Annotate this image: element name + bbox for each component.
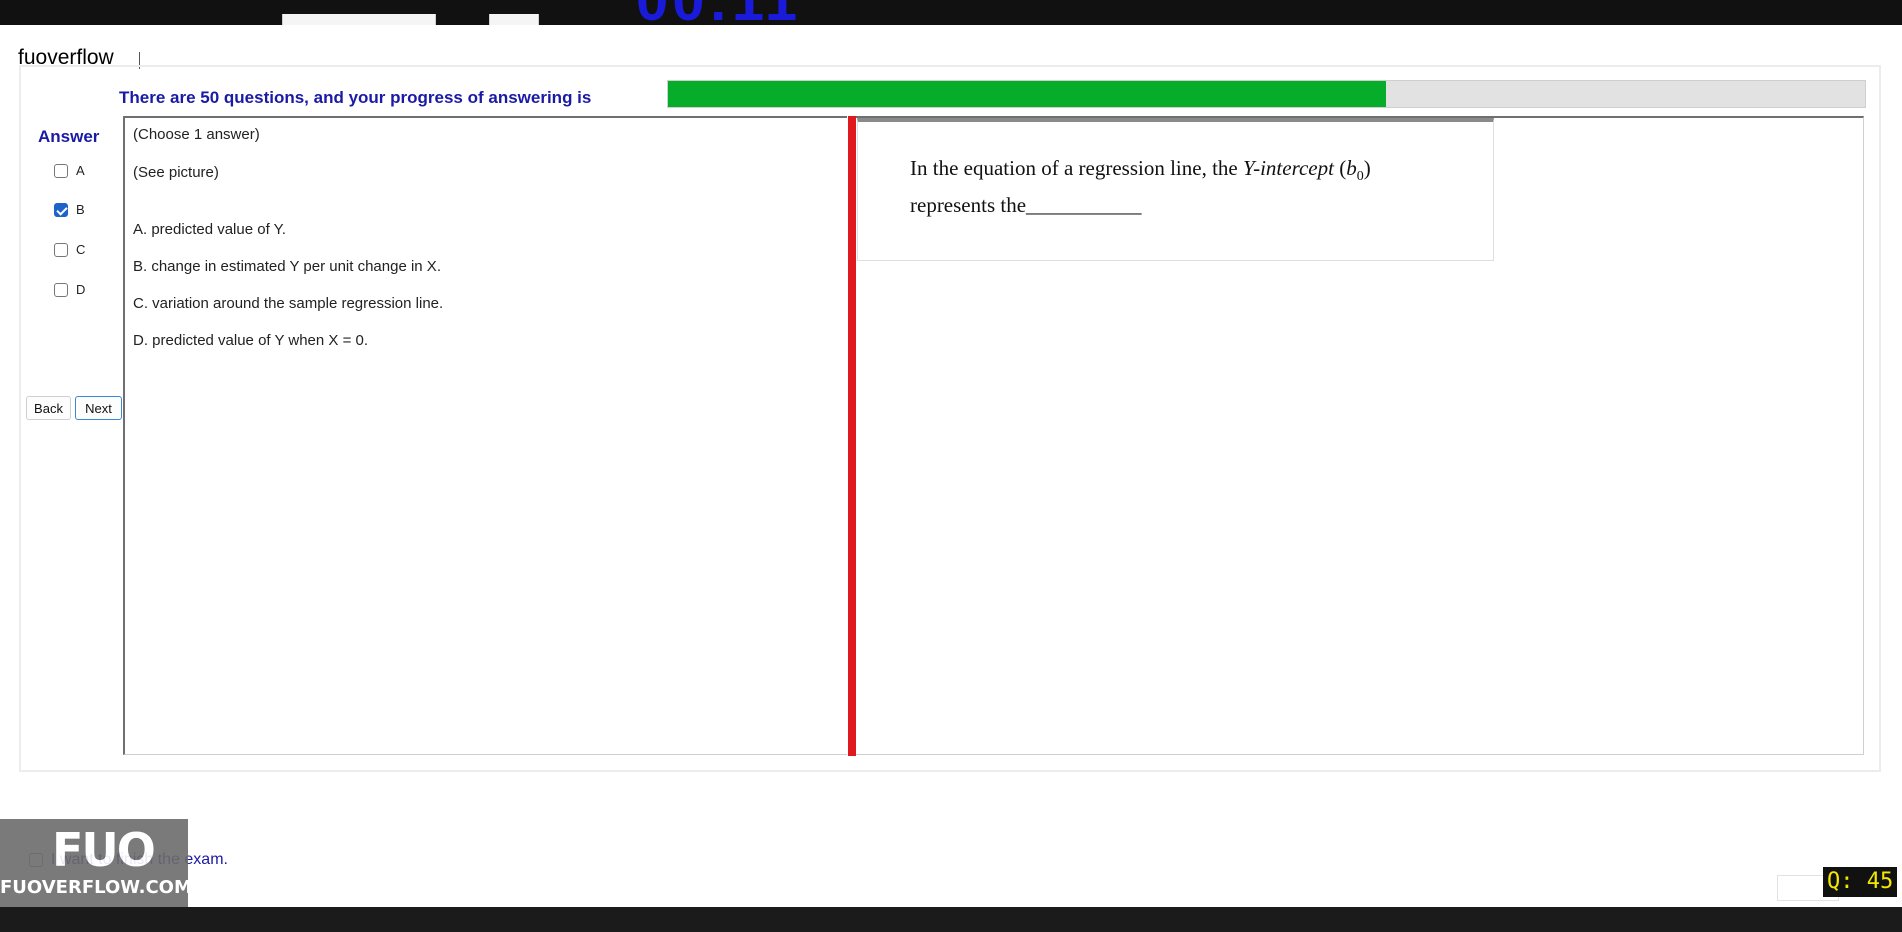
question-instruction: (Choose 1 answer) [133,126,260,143]
choice-a-text: A. predicted value of Y. [133,221,286,238]
choice-b-text: B. change in estimated Y per unit change… [133,258,441,275]
choice-c-text: C. variation around the sample regressio… [133,295,444,312]
top-dropdown[interactable] [282,14,436,25]
back-button[interactable]: Back [26,396,71,420]
bottom-bar [0,907,1902,932]
answer-option-c[interactable]: C [54,242,85,257]
question-note: (See picture) [133,164,219,181]
progress-bar [667,80,1866,108]
panel-splitter[interactable] [848,116,856,756]
choice-d-text: D. predicted value of Y when X = 0. [133,332,369,349]
next-button[interactable]: Next [75,396,122,420]
logo-text: FUOVERFLOW.COM [0,877,192,898]
answer-option-d[interactable]: D [54,282,85,297]
logo-mark: FUO [52,823,156,877]
answer-option-b[interactable]: B [54,202,85,217]
fuoverflow-logo: FUO FUOVERFLOW.COM [0,819,192,907]
checkbox-a[interactable] [54,163,68,178]
answer-option-a[interactable]: A [54,163,85,178]
exam-timer: 00:11 [636,0,801,25]
answer-option-label: B [76,202,85,217]
question-image-text: In the equation of a regression line, th… [910,156,1371,218]
answer-option-label: C [76,242,86,257]
checkbox-b[interactable] [54,202,68,217]
answer-option-label: A [76,163,85,178]
top-bar: 00:11 [0,0,1902,25]
answer-option-label: D [76,282,86,297]
progress-label: There are 50 questions, and your progres… [119,88,592,107]
question-counter: Q: 45 [1823,867,1898,897]
checkbox-c[interactable] [54,242,68,257]
question-panel [123,116,847,755]
top-small-dropdown[interactable] [489,14,539,25]
progress-bar-fill [668,81,1387,107]
answer-title: Answer [38,127,100,146]
checkbox-d[interactable] [54,282,68,297]
